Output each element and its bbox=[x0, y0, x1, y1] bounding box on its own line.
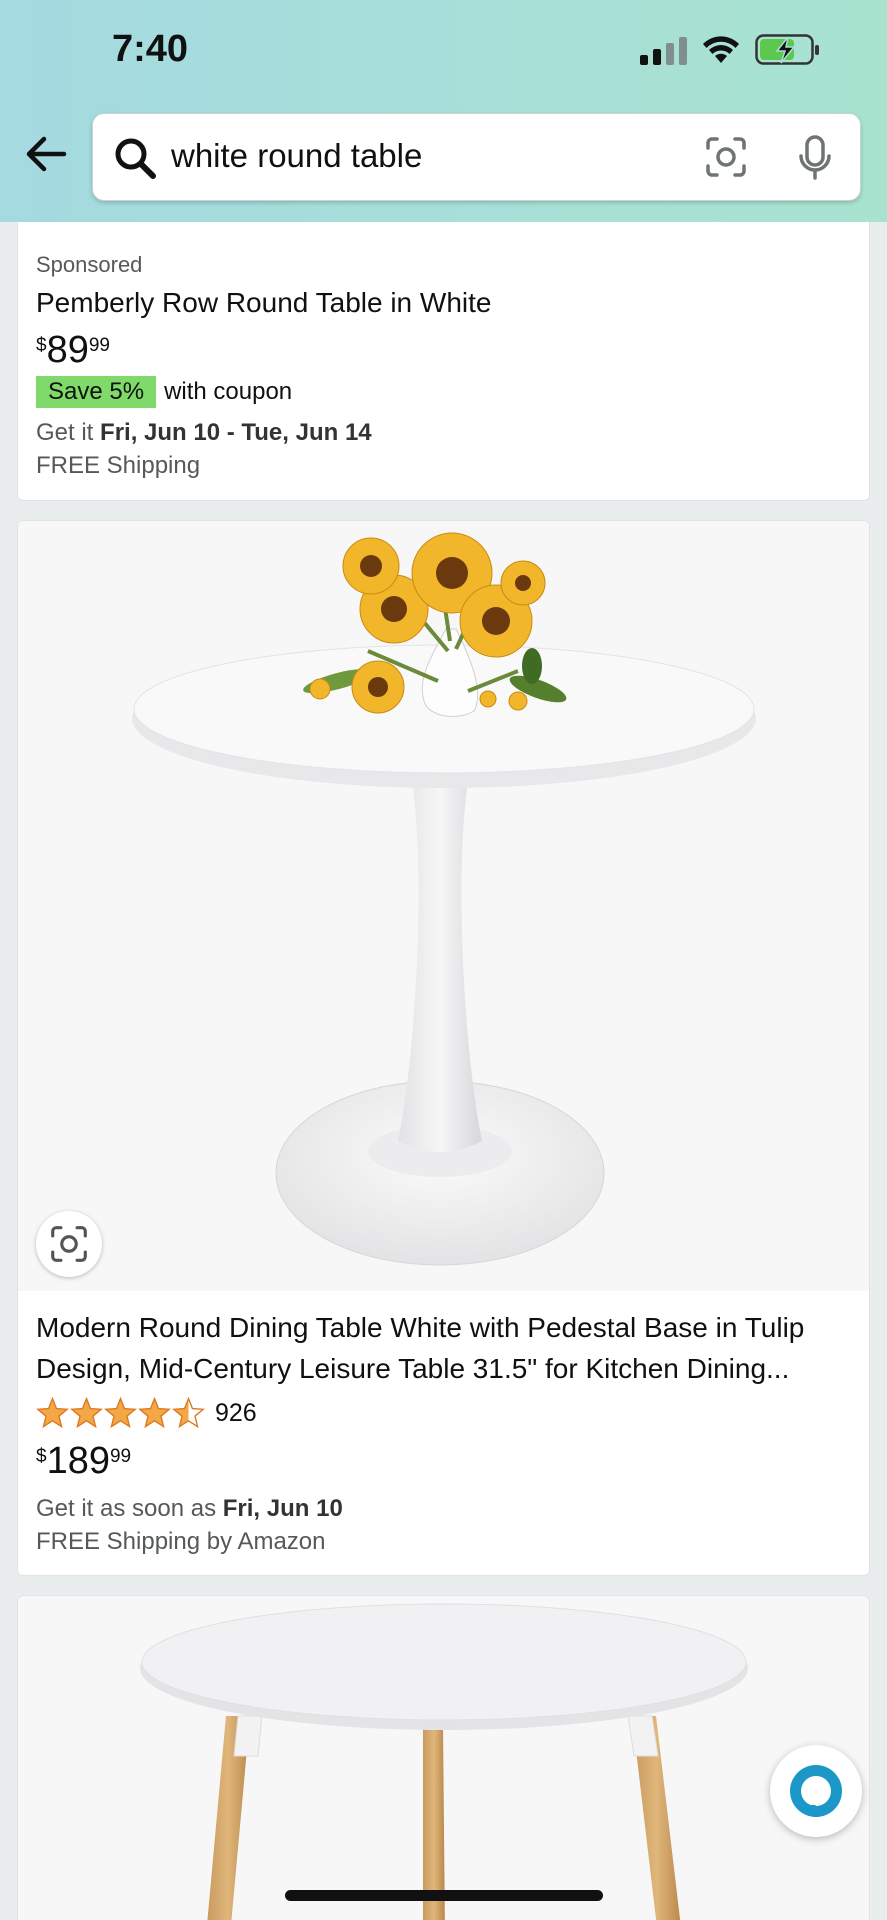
delivery-dates: Fri, Jun 10 bbox=[222, 1495, 343, 1522]
result-card[interactable] bbox=[17, 1595, 870, 1920]
app-header: 7:40 white round table bbox=[0, 0, 887, 222]
product-image-wooden-leg-table[interactable] bbox=[18, 1596, 870, 1920]
alexa-button[interactable] bbox=[770, 1745, 862, 1837]
price-fraction: 99 bbox=[109, 1446, 132, 1467]
visual-search-button[interactable] bbox=[36, 1211, 102, 1277]
camera-lens-icon bbox=[51, 1226, 87, 1262]
delivery-info: Get it as soon as Fri, Jun 10 bbox=[36, 1495, 343, 1523]
delivery-info: Get it Fri, Jun 10 - Tue, Jun 14 bbox=[36, 419, 372, 447]
product-image[interactable] bbox=[18, 521, 869, 1291]
rating-row[interactable]: 926 bbox=[36, 1397, 257, 1429]
sponsored-label: Sponsored bbox=[36, 252, 143, 277]
battery-charging-icon bbox=[755, 34, 819, 65]
home-indicator[interactable] bbox=[285, 1890, 603, 1901]
delivery-prefix: Get it bbox=[36, 419, 94, 446]
search-bar[interactable]: white round table bbox=[92, 113, 861, 201]
cellular-signal-icon bbox=[640, 35, 687, 65]
price-symbol: $ bbox=[36, 1446, 47, 1467]
price-whole: 89 bbox=[46, 329, 89, 371]
product-price: $ 89 99 bbox=[36, 330, 110, 370]
star-rating bbox=[36, 1397, 205, 1429]
product-title[interactable]: Pemberly Row Round Table in White bbox=[36, 282, 491, 323]
product-image-tulip-table bbox=[132, 532, 756, 1266]
search-input[interactable]: white round table bbox=[171, 137, 422, 175]
product-title[interactable]: Modern Round Dining Table White with Ped… bbox=[36, 1307, 866, 1389]
star-icon bbox=[138, 1397, 171, 1429]
coupon-row: Save 5% with coupon bbox=[36, 376, 292, 408]
result-card-sponsored[interactable]: Sponsored Pemberly Row Round Table in Wh… bbox=[17, 222, 870, 501]
status-time: 7:40 bbox=[112, 28, 189, 70]
coupon-text: with coupon bbox=[164, 378, 293, 405]
shipping-info: FREE Shipping by Amazon bbox=[36, 1528, 326, 1555]
star-icon bbox=[70, 1397, 103, 1429]
price-whole: 189 bbox=[46, 1440, 110, 1482]
price-fraction: 99 bbox=[88, 335, 110, 356]
delivery-prefix: Get it as soon as bbox=[36, 1495, 217, 1522]
search-icon bbox=[115, 138, 156, 179]
coupon-badge: Save 5% bbox=[36, 376, 157, 408]
star-icon bbox=[36, 1397, 69, 1429]
microphone-icon[interactable] bbox=[797, 134, 833, 182]
product-price: $ 189 99 bbox=[36, 1441, 131, 1481]
delivery-dates: Fri, Jun 10 - Tue, Jun 14 bbox=[100, 419, 372, 446]
status-icons bbox=[640, 34, 821, 66]
star-icon bbox=[104, 1397, 137, 1429]
price-symbol: $ bbox=[36, 335, 47, 356]
alexa-icon bbox=[790, 1765, 842, 1817]
shipping-info: FREE Shipping bbox=[36, 452, 201, 479]
wifi-icon bbox=[703, 36, 739, 63]
review-count[interactable]: 926 bbox=[215, 1399, 257, 1428]
result-card[interactable]: Modern Round Dining Table White with Ped… bbox=[17, 520, 870, 1576]
half-star-icon bbox=[172, 1397, 205, 1429]
back-arrow-icon[interactable] bbox=[24, 134, 68, 174]
camera-lens-icon[interactable] bbox=[705, 136, 747, 178]
